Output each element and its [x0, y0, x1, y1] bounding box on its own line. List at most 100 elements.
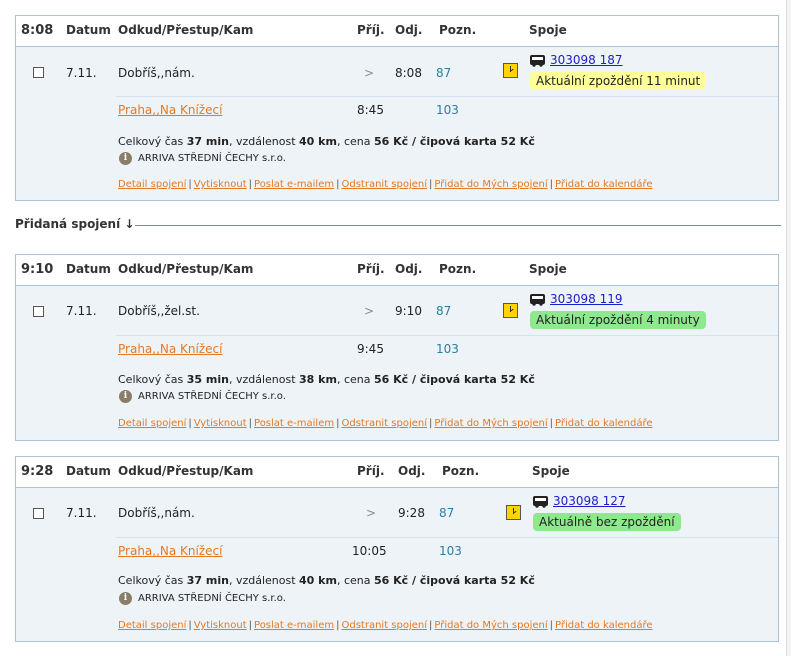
connection-card-1: 8:08 Datum Odkud/Přestup/Kam Příj. Odj. … [15, 15, 779, 201]
header-departure: Odj. [395, 262, 423, 276]
bus-icon [533, 496, 548, 508]
separator: | [336, 418, 340, 429]
separator: | [549, 620, 554, 631]
from-stop: Dobříš,,žel.st. [118, 304, 200, 318]
connection-header: 9:10 Datum Odkud/Přestup/Kam Příj. Odj. … [16, 255, 778, 286]
detail-link[interactable]: Detail spojení [118, 418, 186, 429]
from-note: 87 [436, 66, 452, 80]
line-link[interactable]: 303098 187 [550, 53, 623, 67]
separator: | [429, 418, 433, 429]
divider [116, 335, 778, 336]
price-label: , cena [336, 373, 371, 386]
print-link[interactable]: Vytisknout [194, 418, 247, 429]
remove-link[interactable]: Odstranit spojení [341, 179, 427, 190]
delay-badge: Aktuálně bez zpoždění [533, 513, 681, 531]
price-label: , cena [336, 574, 371, 587]
email-link[interactable]: Poslat e-mailem [254, 418, 334, 429]
separator: | [549, 418, 554, 429]
header-route: Odkud/Přestup/Kam [118, 23, 254, 37]
email-link[interactable]: Poslat e-mailem [254, 179, 334, 190]
separator: | [188, 620, 192, 631]
add-calendar-link[interactable]: Přidat do kalendáře [555, 418, 653, 429]
header-datum: Datum [66, 464, 111, 478]
remove-link[interactable]: Odstranit spojení [341, 418, 427, 429]
print-link[interactable]: Vytisknout [194, 620, 247, 631]
arrival-time: 9:45 [357, 342, 384, 356]
header-datum: Datum [66, 23, 111, 37]
to-stop-link[interactable]: Praha,,Na Knížecí [118, 544, 222, 558]
to-note: 103 [436, 103, 459, 117]
add-mine-link[interactable]: Přidat do Mých spojení [434, 418, 547, 429]
detail-link[interactable]: Detail spojení [118, 620, 186, 631]
select-checkbox[interactable] [33, 306, 44, 317]
line-link[interactable]: 303098 127 [553, 494, 626, 508]
bus-icon [530, 55, 545, 67]
add-calendar-link[interactable]: Přidat do kalendáře [555, 179, 653, 190]
to-stop-link[interactable]: Praha,,Na Knížecí [118, 342, 222, 356]
distance-label: , vzdálenost [228, 373, 296, 386]
remove-link[interactable]: Odstranit spojení [341, 620, 427, 631]
total-time-label: Celkový čas [118, 574, 184, 587]
header-arrival: Příj. [357, 464, 385, 478]
action-links: Detail spojení | Vytisknout | Poslat e-maile… [118, 418, 653, 429]
arrival-time: 8:45 [357, 103, 384, 117]
add-mine-link[interactable]: Přidat do Mých spojení [434, 620, 547, 631]
operator: ARRIVA STŘEDNÍ ČECHY s.r.o. [138, 391, 286, 402]
down-arrow-icon: ↓ [124, 217, 135, 231]
date: 7.11. [66, 304, 97, 318]
distance: 38 km [299, 373, 337, 386]
departure-time: 9:28 [398, 506, 425, 520]
header-arrival: Příj. [357, 23, 385, 37]
header-route: Odkud/Přestup/Kam [118, 464, 254, 478]
date: 7.11. [66, 506, 97, 520]
separator: | [248, 620, 253, 631]
email-link[interactable]: Poslat e-mailem [254, 620, 334, 631]
connection-card-3: 9:28 Datum Odkud/Přestup/Kam Příj. Odj. … [15, 456, 779, 642]
info-icon[interactable]: i [119, 592, 132, 605]
header-departure: Odj. [398, 464, 426, 478]
header-links: Spoje [529, 23, 567, 37]
added-connections-heading: Přidaná spojení ↓ [15, 217, 134, 231]
to-stop-link[interactable]: Praha,,Na Knížecí [118, 103, 222, 117]
clock-icon [506, 505, 521, 520]
info-icon[interactable]: i [119, 152, 132, 165]
action-links: Detail spojení | Vytisknout | Poslat e-maile… [118, 620, 653, 631]
clock-icon [503, 303, 518, 318]
print-link[interactable]: Vytisknout [194, 179, 247, 190]
from-note: 87 [436, 304, 452, 318]
separator: | [336, 620, 340, 631]
connection-card-2: 9:10 Datum Odkud/Přestup/Kam Příj. Odj. … [15, 254, 779, 441]
add-mine-link[interactable]: Přidat do Mých spojení [434, 179, 547, 190]
departure-time: 9:10 [395, 304, 422, 318]
header-arrival: Příj. [357, 262, 385, 276]
separator: | [429, 179, 433, 190]
departure-time: 8:08 [395, 66, 422, 80]
line-link[interactable]: 303098 119 [550, 292, 623, 306]
clock-icon [503, 63, 518, 78]
arrival-marker: > [366, 506, 377, 520]
distance: 40 km [299, 574, 337, 587]
date: 7.11. [66, 66, 97, 80]
summary-line: Celkový čas 35 min, vzdálenost 38 km, ce… [118, 373, 535, 386]
delay-badge: Aktuální zpoždění 4 minuty [530, 311, 706, 329]
divider [116, 537, 778, 538]
operator: ARRIVA STŘEDNÍ ČECHY s.r.o. [138, 153, 286, 164]
to-note: 103 [436, 342, 459, 356]
select-checkbox[interactable] [33, 67, 44, 78]
total-time: 35 min [186, 373, 229, 386]
price: 56 Kč / čipová karta 52 Kč [373, 574, 535, 587]
add-calendar-link[interactable]: Přidat do kalendáře [555, 620, 653, 631]
added-label: Přidaná spojení [15, 217, 121, 231]
connection-time: 9:10 [21, 262, 54, 277]
separator: | [336, 179, 340, 190]
summary-line: Celkový čas 37 min, vzdálenost 40 km, ce… [118, 135, 535, 148]
summary-line: Celkový čas 37 min, vzdálenost 40 km, ce… [118, 574, 535, 587]
separator: | [188, 418, 192, 429]
info-icon[interactable]: i [119, 390, 132, 403]
header-note: Pozn. [442, 464, 480, 478]
detail-link[interactable]: Detail spojení [118, 179, 186, 190]
total-time: 37 min [186, 135, 229, 148]
separator: | [248, 418, 253, 429]
page-scrollbar[interactable] [786, 0, 791, 656]
select-checkbox[interactable] [33, 508, 44, 519]
